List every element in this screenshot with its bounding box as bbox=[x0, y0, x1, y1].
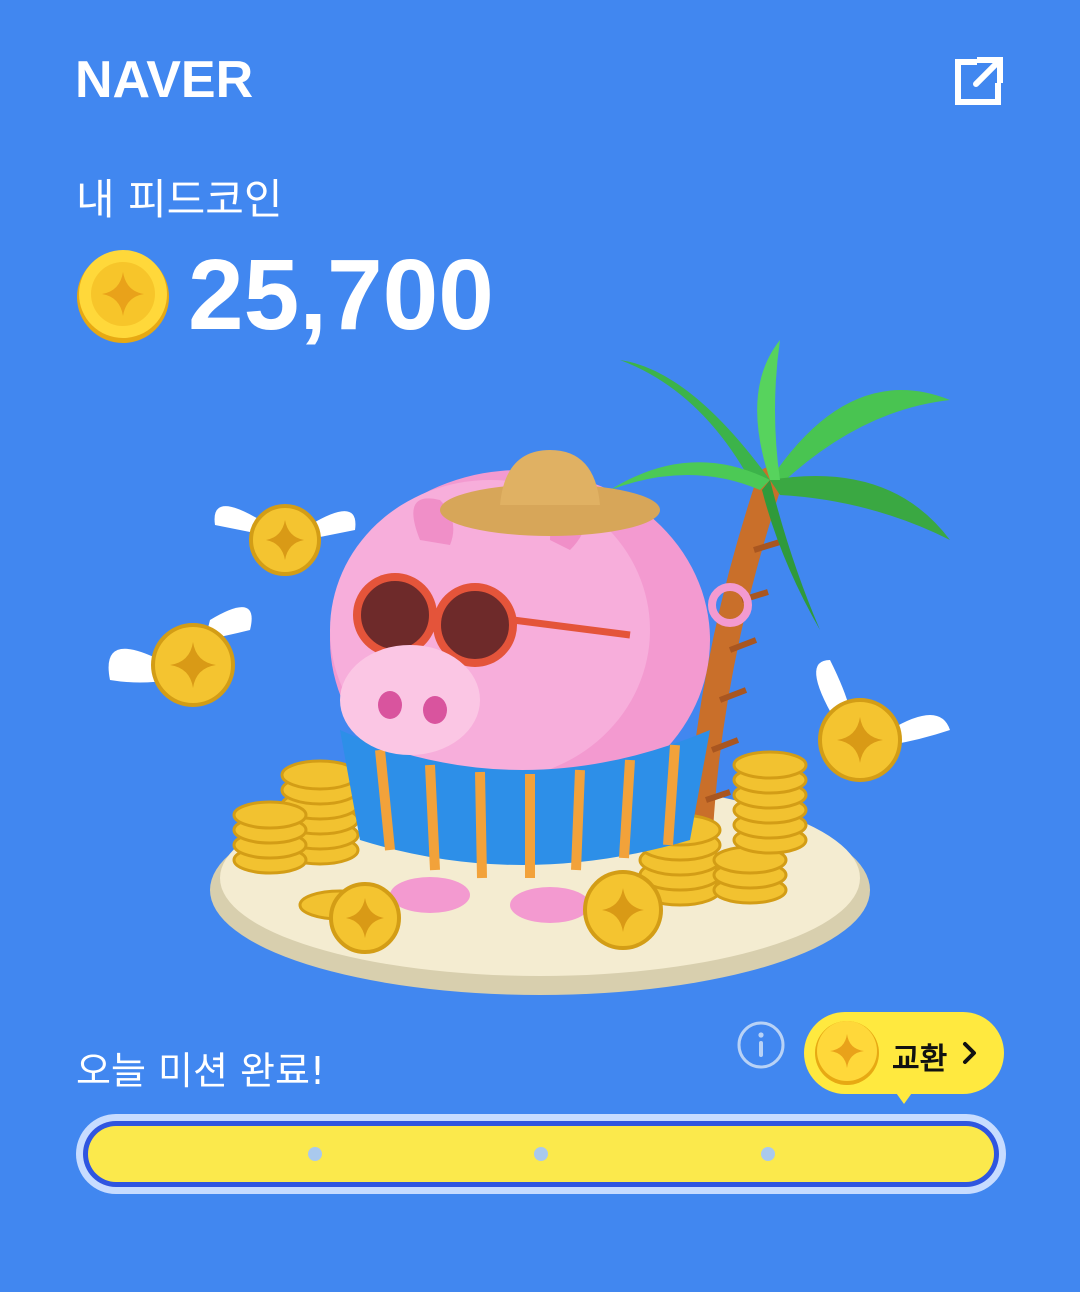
exchange-button[interactable]: 교환 bbox=[804, 1012, 1004, 1104]
coin-icon bbox=[815, 1021, 879, 1085]
mission-status-label: 오늘 미션 완료! bbox=[76, 1049, 326, 1093]
progress-checkpoint bbox=[760, 1147, 775, 1161]
progress-checkpoint bbox=[534, 1147, 548, 1161]
feed-coin-screen: NAVER 내 피드코인 25,700 오늘 미션 완료! 교환 bbox=[0, 0, 1080, 1292]
progress-border bbox=[83, 1121, 999, 1187]
tooltip-tail bbox=[894, 1090, 914, 1104]
share-button[interactable] bbox=[948, 52, 1008, 112]
naver-logo: NAVER bbox=[75, 51, 254, 109]
info-icon bbox=[737, 1021, 785, 1069]
progress-checkpoint bbox=[307, 1147, 322, 1161]
chevron-right-icon bbox=[963, 1042, 976, 1064]
exchange-label: 교환 bbox=[892, 1042, 948, 1077]
progress-fill bbox=[88, 1126, 994, 1182]
page-title: 내 피드코인 bbox=[76, 175, 283, 224]
piggy-bank-beach-illustration bbox=[108, 340, 950, 995]
info-button[interactable] bbox=[736, 1020, 786, 1070]
mission-progress-bar bbox=[76, 1114, 1006, 1194]
external-link-icon bbox=[955, 57, 1003, 105]
